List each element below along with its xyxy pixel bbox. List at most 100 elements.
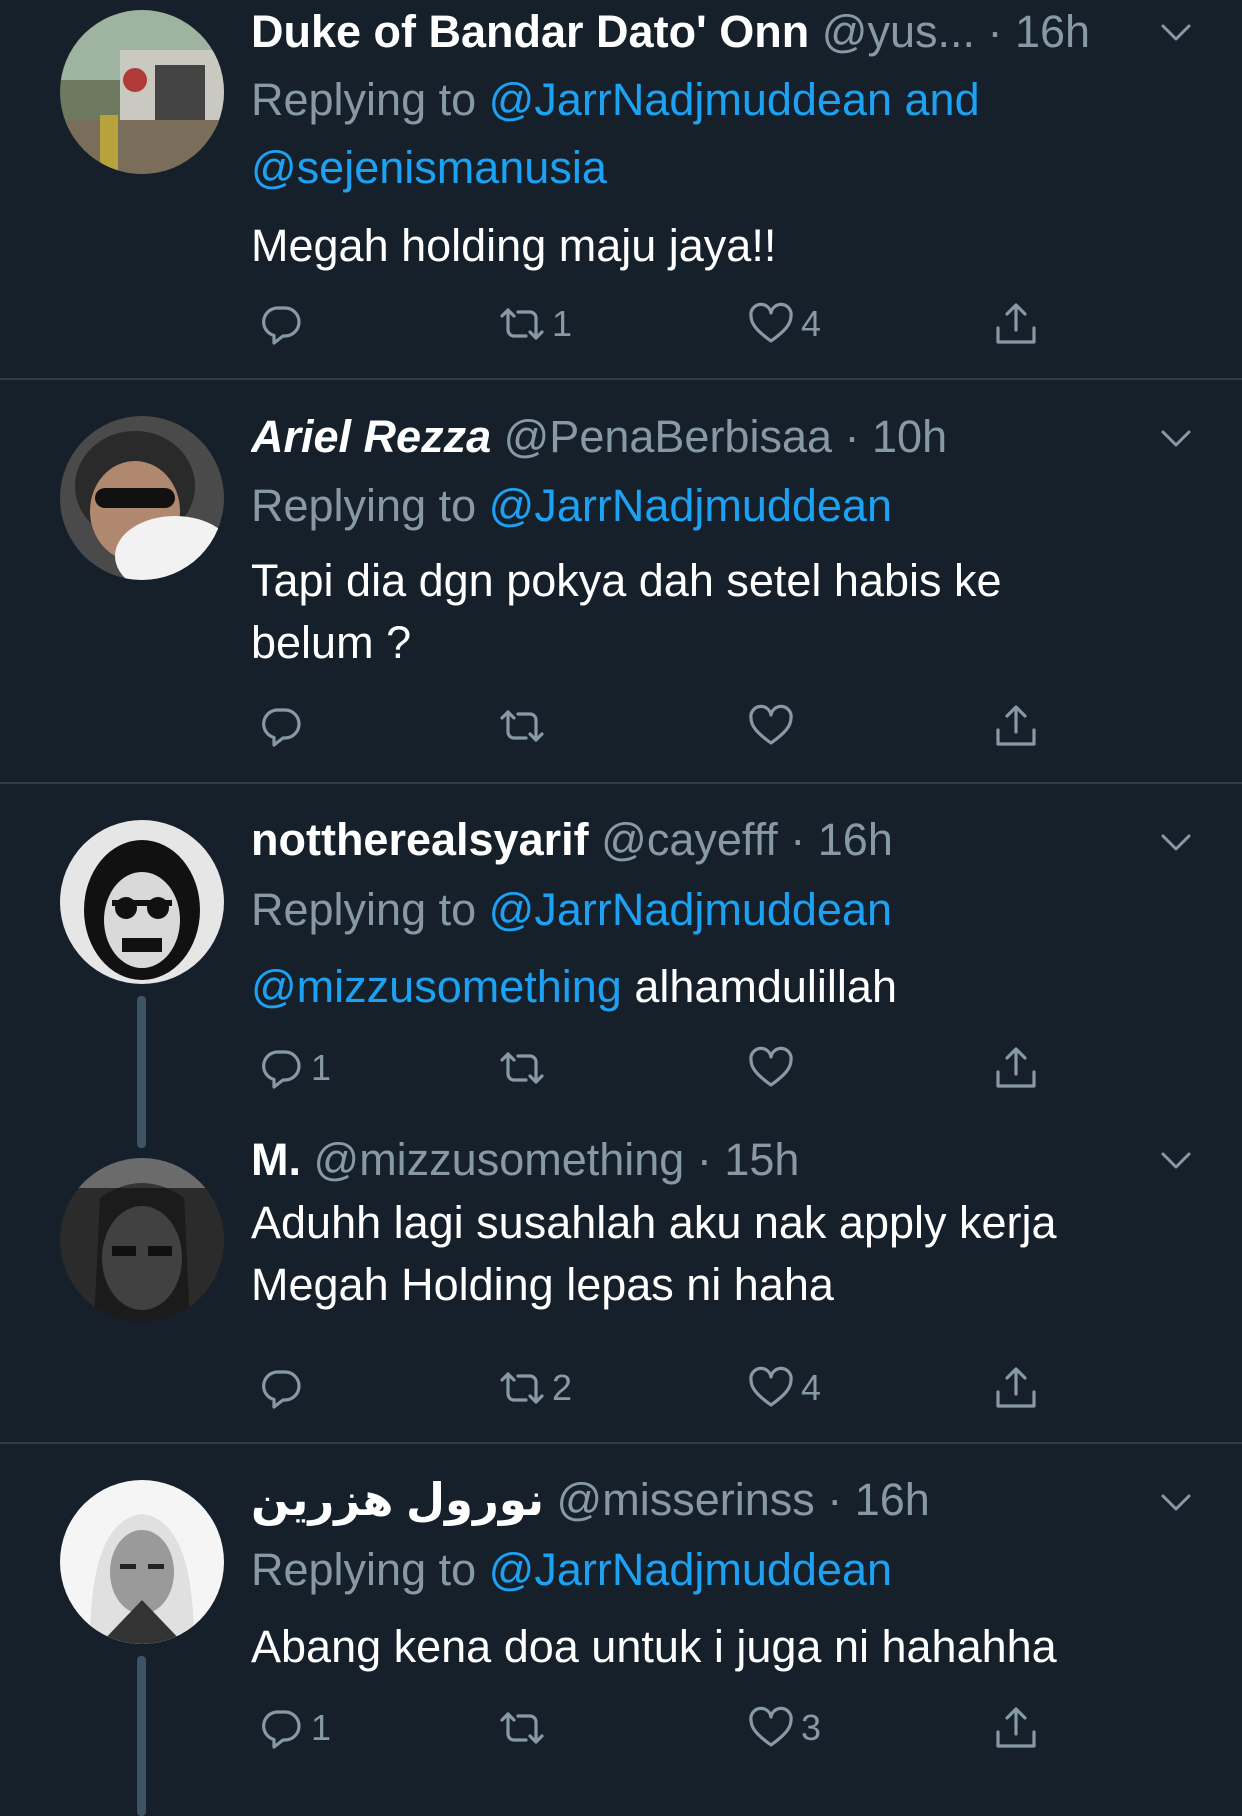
replying-to: Replying to @JarrNadjmuddean and @sejeni… (251, 74, 980, 193)
retweet-button[interactable] (492, 696, 552, 756)
heart-icon (747, 300, 795, 348)
timestamp[interactable]: · 10h (845, 411, 948, 462)
tweet-3[interactable]: notthe​realsyarif @cayefff · 16h Replyin… (0, 784, 1242, 1148)
retweet-button[interactable] (492, 1698, 552, 1758)
display-name[interactable]: Duke of Bandar Dato' Onn (251, 6, 809, 57)
retweet-button[interactable]: 2 (492, 1358, 572, 1418)
like-button[interactable]: 3 (741, 1698, 821, 1758)
reply-button[interactable]: 1 (251, 1038, 331, 1098)
reply-count: 1 (311, 1047, 332, 1088)
retweet-icon (498, 300, 546, 348)
user-handle[interactable]: @yus... (822, 6, 975, 57)
share-button[interactable] (986, 1698, 1040, 1758)
like-count: 4 (801, 303, 822, 344)
like-count: 4 (801, 1367, 822, 1408)
retweet-button[interactable] (492, 1038, 552, 1098)
retweet-button[interactable]: 1 (492, 294, 572, 354)
avatar[interactable] (60, 1480, 224, 1644)
share-icon (992, 1364, 1040, 1412)
retweet-count: 2 (552, 1367, 573, 1408)
tweet-actions: 1 4 (251, 294, 1051, 354)
reply-icon (257, 300, 305, 348)
tweet-text: @mizzusomething alhamdulillah (251, 961, 897, 1012)
reply-icon (257, 1044, 305, 1092)
timestamp[interactable]: · 16h (790, 814, 893, 865)
share-icon (992, 702, 1040, 750)
tweet-actions: 1 (251, 1038, 1051, 1098)
replying-to: Replying to @JarrNadjmuddean (251, 884, 893, 935)
share-button[interactable] (986, 1038, 1040, 1098)
tweet-2[interactable]: Ariel Rezza @PenaBerbisaa · 10h Replying… (0, 380, 1242, 782)
replying-to: Replying to @JarrNadjmuddean (251, 1544, 893, 1595)
mention-link[interactable]: @JarrNadjmuddean (489, 1544, 892, 1595)
reply-icon (257, 702, 305, 750)
heart-icon (747, 1704, 795, 1752)
reply-icon (257, 1704, 305, 1752)
user-handle[interactable]: @misserinss (557, 1474, 815, 1525)
tweet-header: M. @mizzusomething · 15h (251, 1130, 1122, 1190)
like-button[interactable]: 4 (741, 294, 821, 354)
replying-to: Replying to @JarrNadjmuddean (251, 480, 893, 531)
retweet-icon (498, 1044, 546, 1092)
like-button[interactable] (741, 1038, 801, 1098)
tweet-1[interactable]: Duke of Bandar Dato' Onn @yus... · 16h R… (0, 0, 1242, 378)
reply-icon (257, 1364, 305, 1412)
chevron-down-icon[interactable] (1158, 1484, 1194, 1520)
display-name[interactable]: notthe​realsyarif (251, 814, 589, 865)
retweet-count: 1 (552, 303, 573, 344)
like-count: 3 (801, 1707, 822, 1748)
avatar[interactable] (60, 820, 224, 984)
chevron-down-icon[interactable] (1158, 420, 1194, 456)
user-handle[interactable]: @cayefff (601, 814, 778, 865)
retweet-icon (498, 702, 546, 750)
retweet-icon (498, 1364, 546, 1412)
share-icon (992, 1044, 1040, 1092)
thread-line (137, 996, 146, 1148)
share-button[interactable] (986, 1358, 1040, 1418)
tweet-header: Ariel Rezza @PenaBerbisaa · 10h (251, 407, 1122, 467)
tweet-header: notthe​realsyarif @cayefff · 16h (251, 810, 1122, 870)
display-name[interactable]: Ariel Rezza (251, 411, 491, 462)
share-button[interactable] (986, 294, 1040, 354)
avatar[interactable] (60, 1158, 224, 1322)
thread-line (137, 1656, 146, 1816)
user-handle[interactable]: @PenaBerbisaa (504, 411, 832, 462)
tweet-text: Abang kena doa untuk i juga ni hahahha (251, 1621, 1057, 1672)
heart-icon (747, 1364, 795, 1412)
tweet-4[interactable]: M. @mizzusomething · 15h Aduhh lagi susa… (0, 1130, 1242, 1442)
heart-icon (747, 1044, 795, 1092)
timestamp[interactable]: · 16h (988, 6, 1091, 57)
tweet-text: Aduhh lagi susahlah aku nak apply kerja … (251, 1197, 1057, 1310)
tweet-actions: 2 4 (251, 1358, 1051, 1418)
like-button[interactable] (741, 696, 801, 756)
mention-link[interactable]: @mizzusomething (251, 961, 622, 1012)
mention-link[interactable]: @JarrNadjmuddean (489, 884, 892, 935)
reply-count: 1 (311, 1707, 332, 1748)
timestamp[interactable]: · 16h (827, 1474, 930, 1525)
heart-icon (747, 702, 795, 750)
reply-button[interactable]: 1 (251, 1698, 331, 1758)
reply-button[interactable] (251, 696, 311, 756)
mention-link[interactable]: @JarrNadjmuddean (489, 480, 892, 531)
chevron-down-icon[interactable] (1158, 14, 1194, 50)
avatar[interactable] (60, 10, 224, 174)
user-handle[interactable]: @mizzusomething (314, 1134, 685, 1185)
tweet-text: Tapi dia dgn pokya dah setel habis ke be… (251, 555, 1002, 668)
share-icon (992, 300, 1040, 348)
chevron-down-icon[interactable] (1158, 1142, 1194, 1178)
tweet-actions: 1 3 (251, 1698, 1051, 1758)
like-button[interactable]: 4 (741, 1358, 821, 1418)
display-name[interactable]: M. (251, 1134, 301, 1185)
retweet-icon (498, 1704, 546, 1752)
tweet-5[interactable]: نورول هزرين @misserinss · 16h Replying t… (0, 1444, 1242, 1816)
share-button[interactable] (986, 696, 1040, 756)
reply-button[interactable] (251, 294, 311, 354)
chevron-down-icon[interactable] (1158, 824, 1194, 860)
reply-button[interactable] (251, 1358, 311, 1418)
tweet-text: Megah holding maju jaya!! (251, 220, 777, 271)
avatar[interactable] (60, 416, 224, 580)
timestamp[interactable]: · 15h (697, 1134, 800, 1185)
mention-link[interactable]: @JarrNadjmuddean and (489, 74, 980, 125)
mention-link[interactable]: @sejenismanusia (251, 142, 607, 193)
display-name[interactable]: نورول هزرين (251, 1474, 544, 1525)
